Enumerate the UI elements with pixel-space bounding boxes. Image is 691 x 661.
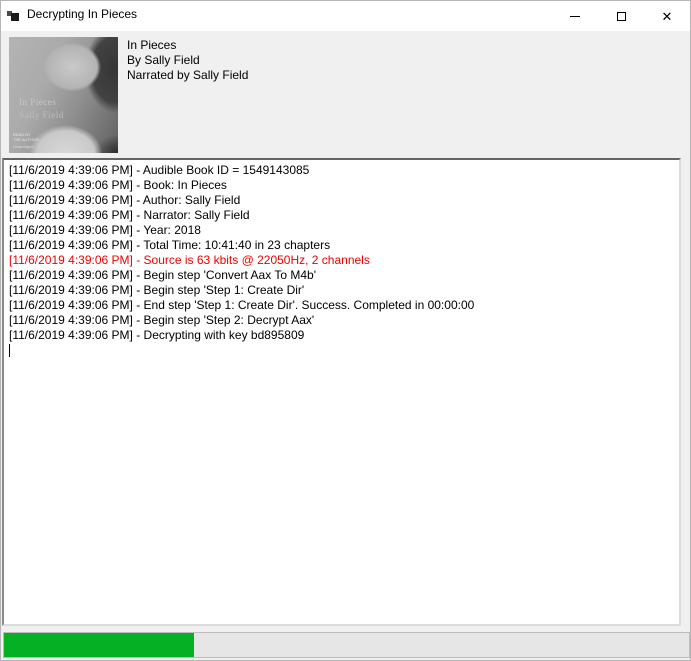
log-line: [11/6/2019 4:39:06 PM] - Total Time: 10:…: [9, 238, 674, 253]
log-line: [11/6/2019 4:39:06 PM] - Decrypting with…: [9, 328, 674, 343]
log-line: [11/6/2019 4:39:06 PM] - Author: Sally F…: [9, 193, 674, 208]
window-title: Decrypting In Pieces: [27, 7, 137, 21]
log-textbox[interactable]: [11/6/2019 4:39:06 PM] - Audible Book ID…: [2, 158, 681, 626]
log-line: [11/6/2019 4:39:06 PM] - End step 'Step …: [9, 298, 674, 313]
cover-author-text: Sally Field: [19, 110, 64, 120]
book-info: In Pieces By Sally Field Narrated by Sal…: [127, 38, 248, 83]
app-window: Decrypting In Pieces ✕ In Pieces Sally F…: [0, 0, 691, 661]
title-bar[interactable]: Decrypting In Pieces ✕: [1, 1, 690, 31]
log-line: [11/6/2019 4:39:06 PM] - Narrator: Sally…: [9, 208, 674, 223]
book-cover-image: In Pieces Sally Field READ BY THE AUTHOR…: [9, 37, 118, 153]
log-line: [11/6/2019 4:39:06 PM] - Begin step 'Ste…: [9, 283, 674, 298]
close-icon: ✕: [662, 10, 673, 23]
close-button[interactable]: ✕: [644, 1, 690, 31]
log-line: [11/6/2019 4:39:06 PM] - Year: 2018: [9, 223, 674, 238]
cover-label-text: Unabridged: [13, 144, 34, 149]
log-line: [11/6/2019 4:39:06 PM] - Audible Book ID…: [9, 163, 674, 178]
progress-bar-fill: [4, 633, 194, 657]
cover-readby-text: READ BY THE AUTHOR: [13, 132, 39, 142]
maximize-button[interactable]: [598, 1, 644, 31]
caption-buttons: ✕: [552, 1, 690, 31]
maximize-icon: [617, 12, 626, 21]
minimize-icon: [570, 16, 580, 17]
log-line: [11/6/2019 4:39:06 PM] - Begin step 'Ste…: [9, 313, 674, 328]
book-narrator: Narrated by Sally Field: [127, 68, 248, 83]
book-author: By Sally Field: [127, 53, 248, 68]
log-line: [11/6/2019 4:39:06 PM] - Book: In Pieces: [9, 178, 674, 193]
progress-bar: [3, 632, 690, 658]
minimize-button[interactable]: [552, 1, 598, 31]
book-title: In Pieces: [127, 38, 248, 53]
cover-title-text: In Pieces: [19, 97, 56, 107]
text-caret: [9, 344, 10, 357]
app-icon-square-2: [11, 13, 19, 21]
log-line: [11/6/2019 4:39:06 PM] - Source is 63 kb…: [9, 253, 674, 268]
log-line: [11/6/2019 4:39:06 PM] - Begin step 'Con…: [9, 268, 674, 283]
app-icon: [7, 9, 20, 22]
